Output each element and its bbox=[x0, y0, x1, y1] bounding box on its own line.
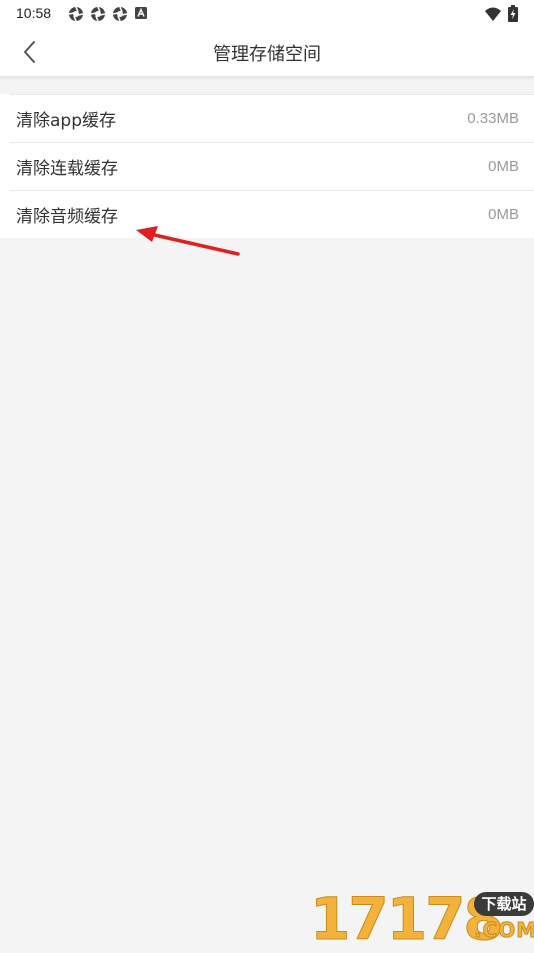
item-size: 0.33MB bbox=[467, 110, 519, 127]
item-label: 清除连载缓存 bbox=[16, 159, 118, 179]
battery-charging-icon bbox=[508, 5, 518, 22]
item-size: 0MB bbox=[488, 158, 519, 175]
clear-app-cache-item[interactable]: 清除app缓存 0.33MB bbox=[10, 94, 534, 142]
item-size: 0MB bbox=[488, 206, 519, 223]
page-title: 管理存储空间 bbox=[213, 44, 321, 65]
aperture-icon bbox=[68, 6, 84, 22]
item-label: 清除音频缓存 bbox=[16, 207, 118, 227]
watermark-logo: 17178 下载站 .COM bbox=[310, 888, 534, 950]
annotation-arrow bbox=[136, 226, 240, 256]
aperture-icon bbox=[112, 6, 128, 22]
status-time: 10:58 bbox=[16, 5, 52, 21]
nav-bar: 管理存储空间 bbox=[0, 28, 534, 76]
watermark-badge: 下载站 bbox=[474, 892, 534, 916]
clear-serial-cache-item[interactable]: 清除连载缓存 0MB bbox=[10, 142, 534, 190]
system-icons bbox=[484, 5, 518, 22]
wifi-icon bbox=[485, 7, 501, 21]
notification-icons bbox=[68, 6, 148, 22]
status-bar: 10:58 bbox=[0, 0, 534, 28]
clear-audio-cache-item[interactable]: 清除音频缓存 0MB bbox=[10, 190, 534, 238]
aperture-icon bbox=[90, 6, 106, 22]
watermark-suffix: .COM bbox=[474, 918, 534, 943]
cache-settings-list: 清除app缓存 0.33MB 清除连载缓存 0MB 清除音频缓存 0MB bbox=[0, 94, 534, 238]
a-badge-icon bbox=[135, 7, 147, 19]
item-label: 清除app缓存 bbox=[16, 111, 116, 131]
